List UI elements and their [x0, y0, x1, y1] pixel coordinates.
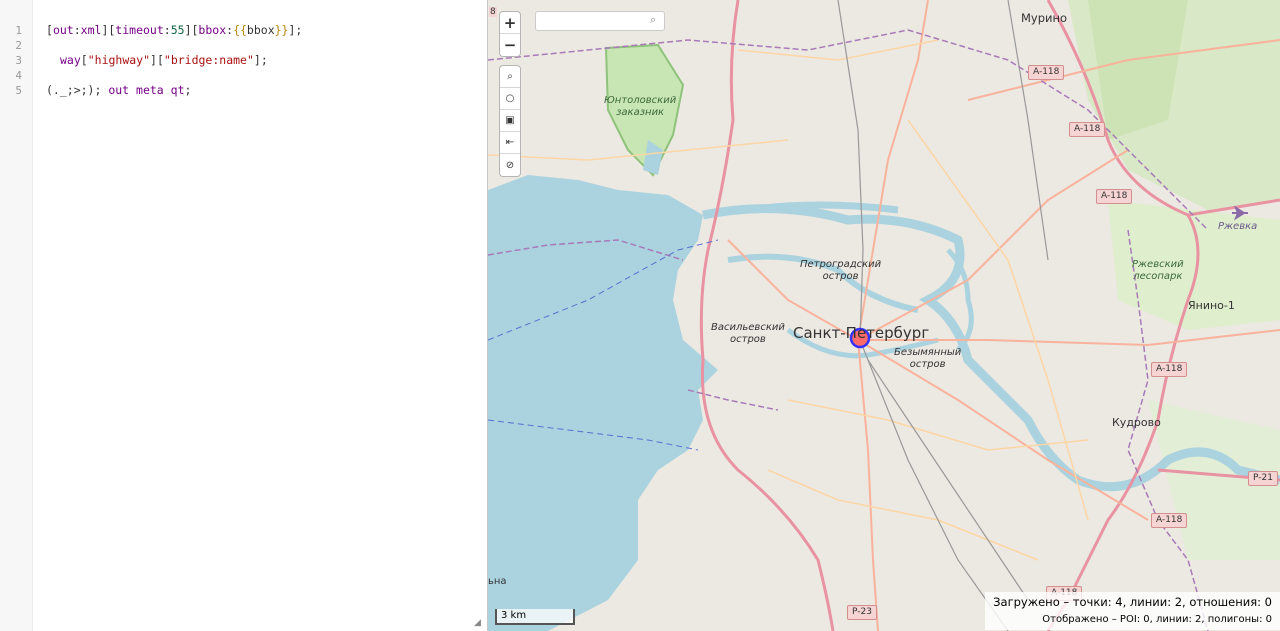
label-line: Петроградский — [800, 259, 882, 270]
code-line-5[interactable]: (._;>;); out meta qt; — [46, 83, 191, 97]
token: ][ — [150, 53, 164, 67]
label-line: заказник — [616, 107, 665, 118]
map-search-input[interactable] — [535, 11, 665, 31]
label-partial-left: ьна — [488, 576, 507, 587]
token: way — [60, 53, 81, 67]
label-line: остров — [909, 359, 946, 370]
circle-icon[interactable]: ○ — [500, 88, 520, 110]
code-line-3[interactable]: way["highway"]["bridge:name"]; — [60, 53, 268, 67]
token: : — [163, 23, 171, 37]
road-shield: A-118 — [1151, 362, 1188, 377]
token: timeout — [115, 23, 164, 37]
road-shield: A-118 — [1069, 122, 1106, 137]
line-number: 2 — [15, 39, 22, 52]
code-line-1[interactable]: [out:xml][timeout:55][bbox:{{bbox}}]; — [46, 23, 302, 37]
label-petrogradsky: Петроградский остров — [800, 259, 881, 283]
stats-displayed: Отображено – POI: 0, линии: 2, полигоны:… — [1042, 614, 1272, 625]
label-line: Ржевский — [1132, 259, 1184, 270]
label-line: Юнтоловский — [604, 95, 677, 106]
token: : — [73, 23, 81, 37]
road-shield: A-118 — [1028, 65, 1065, 80]
label-line: остров — [730, 334, 766, 345]
token: out meta qt — [108, 83, 185, 97]
token: (._;>;); — [46, 83, 102, 97]
label-partial-top: 8 — [489, 7, 497, 17]
token: "bridge:name" — [163, 53, 254, 67]
token: 55 — [170, 23, 185, 37]
token: out — [52, 23, 74, 37]
token: bbox — [198, 23, 227, 37]
image-icon[interactable]: ▣ — [500, 110, 520, 132]
map-view[interactable]: Мурино Юнтоловский заказник Петроградский… — [488, 0, 1280, 631]
label-murino: Мурино — [1021, 11, 1068, 25]
token: ][ — [101, 23, 116, 37]
zoom-out-button[interactable]: − — [500, 34, 520, 56]
road-shield: A-118 — [1151, 513, 1188, 528]
token: [ — [46, 23, 53, 37]
zoom-in-button[interactable]: + — [500, 12, 520, 34]
magnifier-icon[interactable]: ⌕ — [500, 66, 520, 88]
query-editor[interactable]: 1 2 3 4 5 [out:xml][timeout:55][bbox:{{b… — [0, 0, 488, 631]
token: "highway" — [87, 53, 151, 67]
line-number: 5 — [15, 84, 22, 97]
first-icon[interactable]: ⇤ — [500, 132, 520, 154]
token: ]; — [253, 53, 268, 67]
resize-handle-icon[interactable]: ◢ — [474, 618, 483, 628]
zoom-control: + − — [499, 11, 521, 57]
scale-bar: 3 km — [495, 609, 575, 625]
label-line: лесопарк — [1133, 271, 1183, 282]
search-icon[interactable]: ⌕ — [650, 13, 656, 27]
token: ][ — [184, 23, 199, 37]
label-rzhevsky: Ржевский лесопарк — [1132, 259, 1184, 283]
stats-panel: Загружено – точки: 4, линии: 2, отношени… — [985, 592, 1280, 630]
line-number: 4 — [15, 69, 22, 82]
line-number: 1 — [15, 24, 22, 37]
token: ; — [184, 83, 192, 97]
token: ]; — [288, 23, 303, 37]
road-shield: A-118 — [1096, 189, 1133, 204]
label-yuntolovsky: Юнтоловский заказник — [604, 95, 676, 119]
token: xml — [80, 23, 102, 37]
label-kudrovo: Кудрово — [1112, 416, 1161, 429]
label-yanino: Янино-1 — [1188, 299, 1235, 312]
line-number-gutter: 1 2 3 4 5 — [0, 0, 33, 631]
road-shield: P-21 — [1248, 471, 1278, 486]
line-number: 3 — [15, 54, 22, 67]
token: {{ — [233, 23, 247, 37]
stats-loaded: Загружено – точки: 4, линии: 2, отношени… — [993, 595, 1272, 609]
road-shield: P-23 — [847, 605, 877, 620]
map-tools-control: ⌕ ○ ▣ ⇤ ⊘ — [499, 65, 521, 177]
label-bezymyanny: Безымянный остров — [894, 347, 961, 371]
token: bbox — [246, 23, 275, 37]
label-city: Санкт-Петербург — [793, 324, 930, 342]
token: }} — [274, 23, 289, 37]
label-vasilyevsky: Васильевский остров — [711, 322, 785, 346]
label-line: остров — [822, 271, 859, 282]
block-icon[interactable]: ⊘ — [500, 154, 520, 176]
label-rzhevka: Ржевка — [1218, 221, 1258, 232]
label-line: Васильевский — [711, 322, 785, 333]
label-line: Безымянный — [894, 347, 962, 358]
token: [ — [80, 53, 88, 67]
